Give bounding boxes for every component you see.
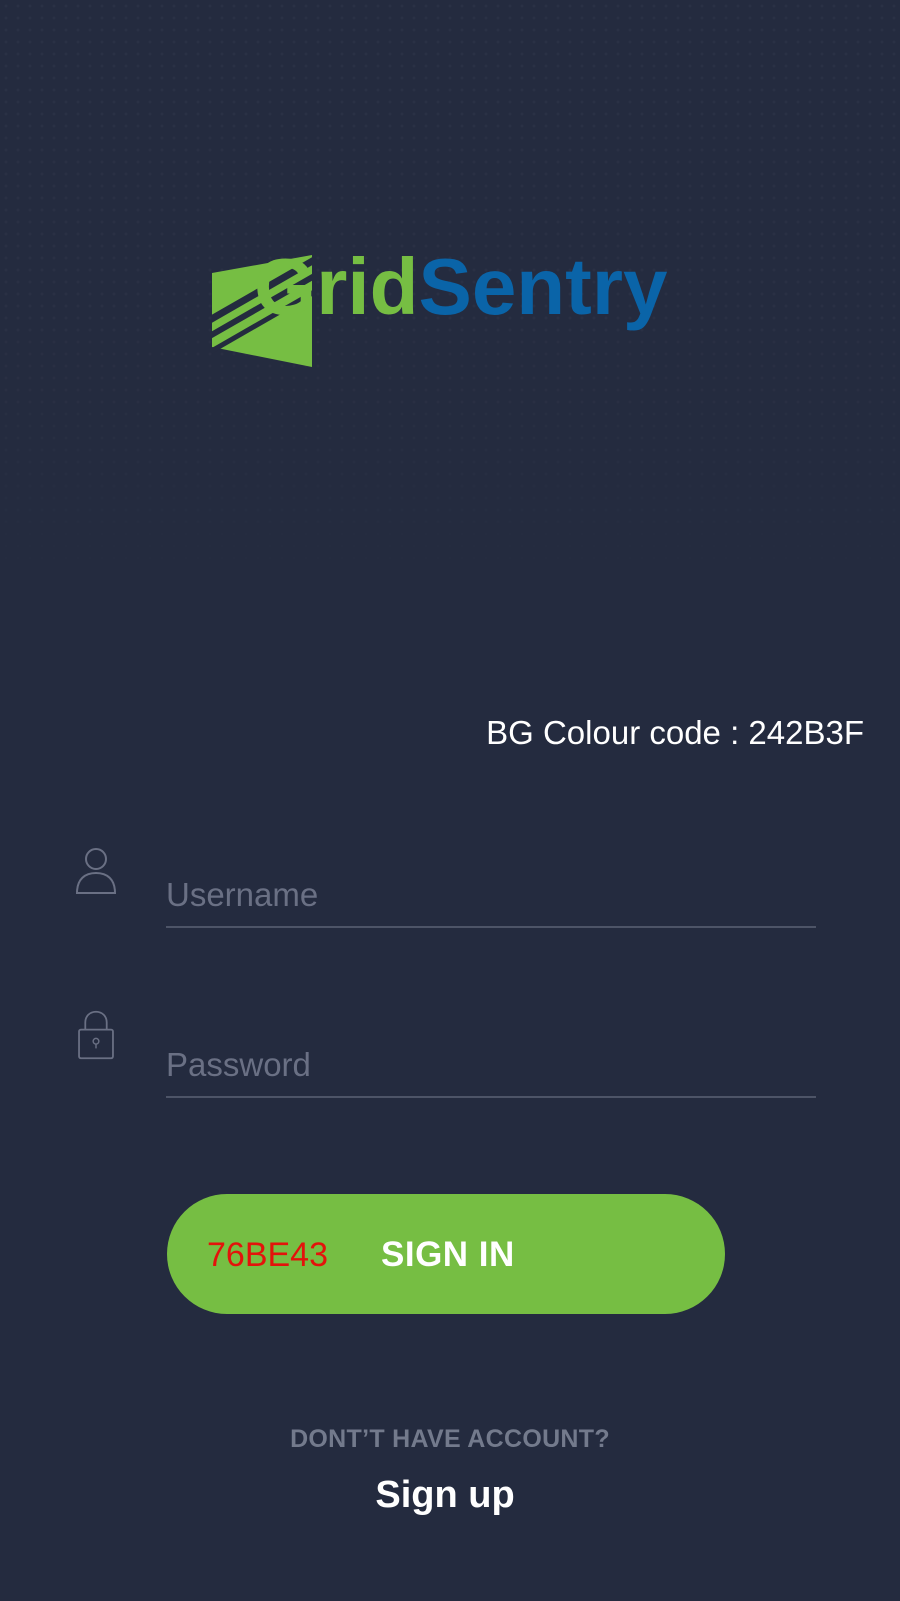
password-field[interactable]	[166, 1036, 816, 1098]
sign-up-link[interactable]: Sign up	[0, 1474, 890, 1517]
bg-colour-annotation: BG Colour code : 242B3F	[486, 714, 864, 751]
password-input[interactable]	[166, 1036, 816, 1094]
button-color-code-annotation: 76BE43	[207, 1236, 328, 1274]
logo-text-sentry: Sentry	[418, 242, 668, 331]
logo-wordmark: GridSentry	[254, 247, 667, 327]
login-screen: GridSentry BG Colour code : 242B3F 76BE4…	[0, 0, 900, 1601]
username-input[interactable]	[166, 866, 816, 924]
gridsentry-logo: GridSentry	[212, 247, 712, 370]
username-field[interactable]	[166, 866, 816, 928]
lock-icon	[78, 1010, 114, 1060]
logo-text-grid: Grid	[254, 242, 419, 331]
sign-in-label: SIGN IN	[381, 1235, 515, 1274]
user-icon	[75, 848, 117, 894]
sign-in-button[interactable]: 76BE43 SIGN IN	[167, 1194, 725, 1314]
no-account-text: DONT’T HAVE ACCOUNT?	[290, 1425, 610, 1453]
